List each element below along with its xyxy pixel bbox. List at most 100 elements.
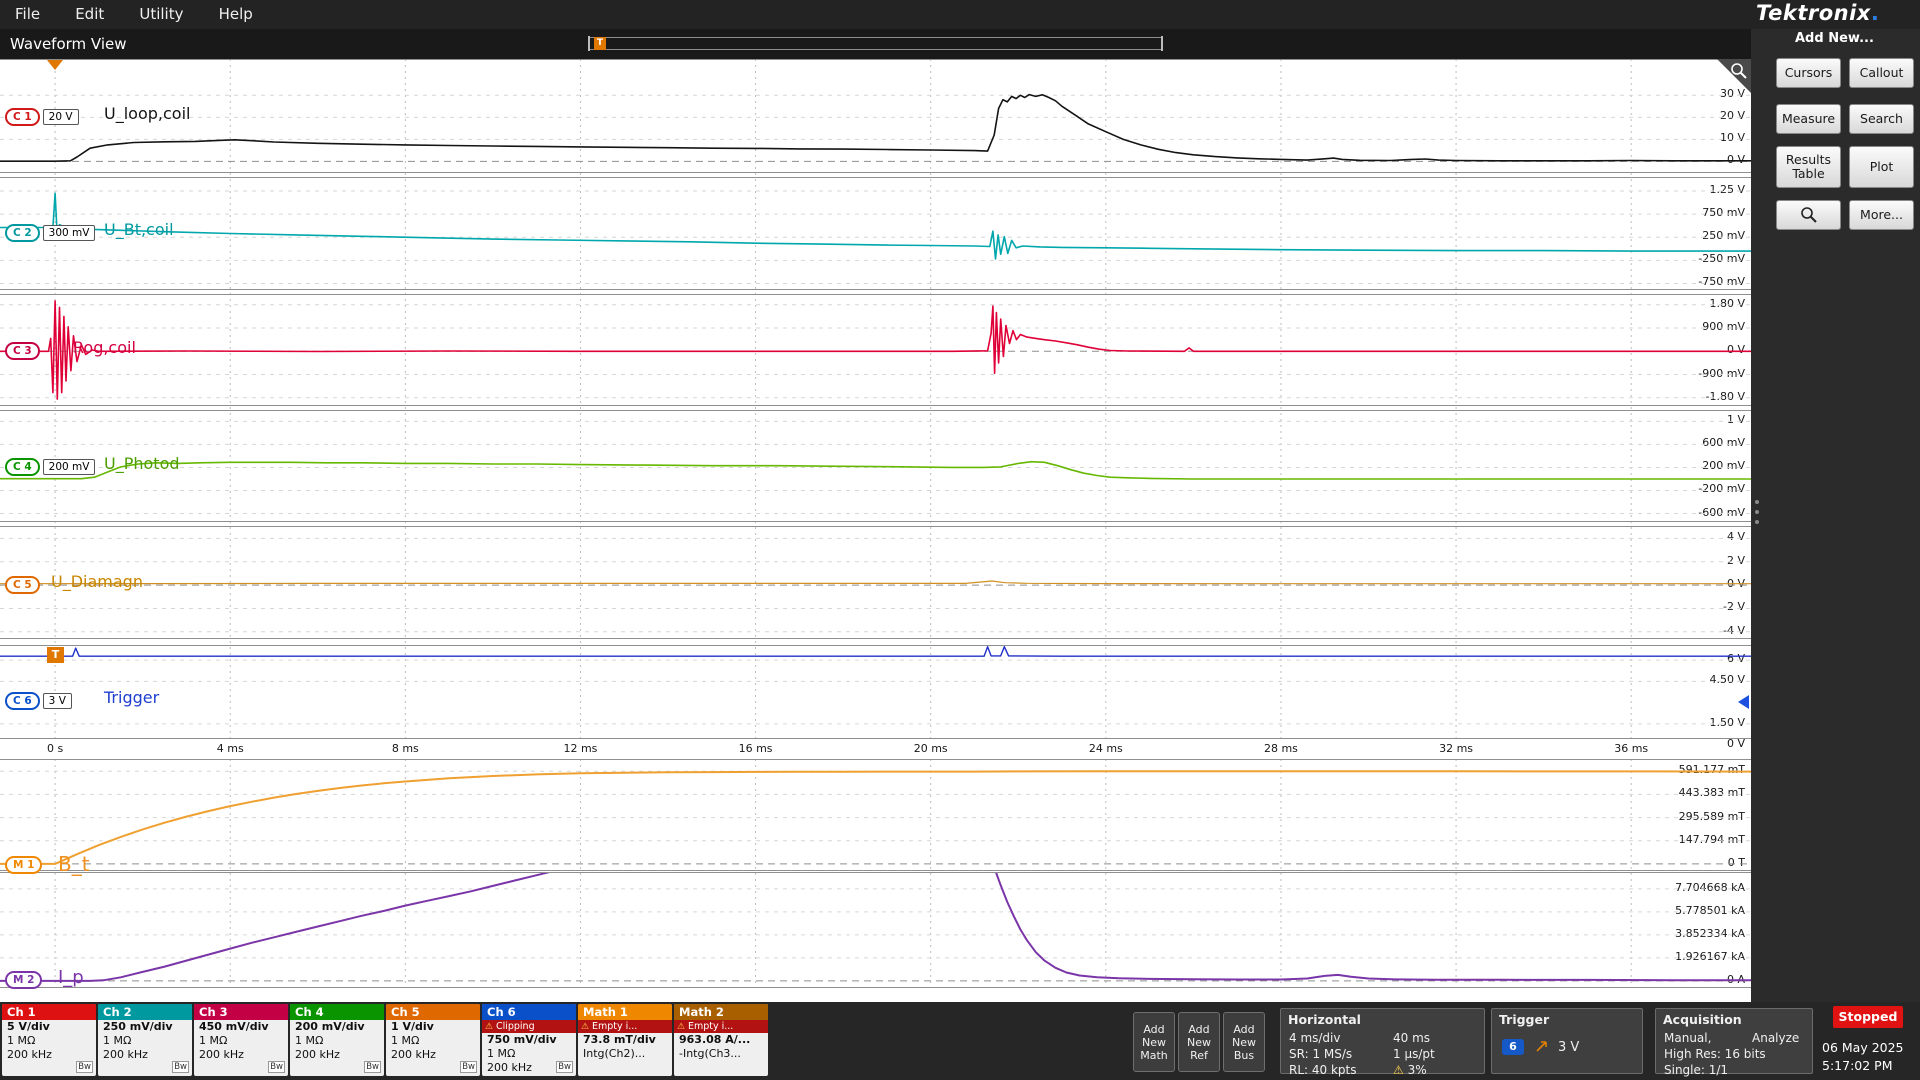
warning-icon: ⚠ (1393, 1063, 1404, 1077)
add-new-ref-button[interactable]: AddNewRef (1178, 1012, 1220, 1072)
waveform-slice-ch2 (0, 177, 1751, 290)
acquisition-panel-title: Acquisition (1656, 1009, 1812, 1027)
settings-badge-title: Ch 4 (290, 1004, 384, 1020)
settings-badge-ch-5[interactable]: Ch 51 V/div1 MΩ200 kHzBw (386, 1004, 480, 1076)
menu-file[interactable]: File (0, 0, 55, 28)
trigger-panel[interactable]: Trigger 6 3 V (1491, 1008, 1643, 1074)
channel-pill-ch4[interactable]: C 4 (5, 458, 40, 476)
settings-badge-row: 1 V/div (386, 1020, 480, 1034)
settings-badge-math-1[interactable]: Math 1⚠ Empty i...73.8 mT/divIntg(Ch2)..… (578, 1004, 672, 1076)
bandwidth-icon: Bw (460, 1061, 477, 1073)
waveform-slice-ch4 (0, 410, 1751, 522)
settings-badge-row: 200 kHz (98, 1048, 192, 1062)
channel-pill-m2[interactable]: M 2 (5, 971, 42, 989)
channel-badge-ch1[interactable]: C 120 V (5, 106, 79, 126)
sample-interval: 1 μs/pt (1393, 1047, 1435, 1061)
badge-warning: ⚠ Clipping (482, 1020, 576, 1033)
trigger-level-arrow-icon[interactable] (1738, 695, 1749, 709)
add-new-math-button[interactable]: AddNewMath (1133, 1012, 1175, 1072)
channel-pill-ch1[interactable]: C 1 (5, 108, 40, 126)
channel-pill-ch6[interactable]: C 6 (5, 692, 40, 710)
slider-right-cap (1161, 36, 1163, 51)
channel-pill-ch5[interactable]: C 5 (5, 576, 40, 594)
bandwidth-icon: Bw (172, 1061, 189, 1073)
settings-badge-ch-3[interactable]: Ch 3450 mV/div1 MΩ200 kHzBw (194, 1004, 288, 1076)
horizontal-panel[interactable]: Horizontal 4 ms/div 40 ms SR: 1 MS/s 1 μ… (1280, 1008, 1485, 1074)
channel-pill-ch3[interactable]: C 3 (5, 342, 40, 360)
warning-icon: ⚠ (485, 1022, 496, 1032)
channel-badge-ch4[interactable]: C 4200 mV (5, 456, 95, 476)
settings-badge-ch-1[interactable]: Ch 15 V/div1 MΩ200 kHzBw (2, 1004, 96, 1076)
settings-badge-ch-6[interactable]: Ch 6⚠ Clipping750 mV/div1 MΩ200 kHzBw (482, 1004, 576, 1076)
cursors-button[interactable]: Cursors (1776, 58, 1841, 88)
results-table-button[interactable]: Results Table (1776, 146, 1841, 188)
settings-badge-row: 5 V/div (2, 1020, 96, 1034)
settings-badge-ch-2[interactable]: Ch 2250 mV/div1 MΩ200 kHzBw (98, 1004, 192, 1076)
settings-badge-row: 1 MΩ (482, 1047, 576, 1061)
channel-pill-ch2[interactable]: C 2 (5, 224, 40, 242)
settings-badge-row: 963.08 A/... (674, 1033, 768, 1047)
trigger-source-channel-badge: 6 (1502, 1039, 1524, 1055)
trace-ch1 (0, 95, 1751, 162)
trigger-position-marker-icon[interactable] (47, 60, 63, 70)
settings-badge-row: 1 MΩ (98, 1034, 192, 1048)
channel-badge-ch6[interactable]: C 63 V (5, 690, 72, 710)
settings-badge-row: 200 kHz (2, 1048, 96, 1062)
zoom-mode-button[interactable] (1776, 200, 1841, 230)
channel-label-m2: I_p (58, 967, 84, 988)
settings-badge-title: Ch 3 (194, 1004, 288, 1020)
horizontal-pan-slider[interactable]: T (588, 37, 1163, 50)
waveform-slice-ch1 (0, 59, 1751, 173)
channel-scale-ch6[interactable]: 3 V (43, 693, 72, 709)
menu-utility[interactable]: Utility (124, 0, 198, 28)
channel-badge-ch3[interactable]: C 3 (5, 340, 40, 360)
settings-badge-row: 1 MΩ (2, 1034, 96, 1048)
waveform-slice-m1 (0, 759, 1751, 871)
horizontal-window: 40 ms (1393, 1031, 1430, 1045)
status-date: 06 May 2025 (1822, 1040, 1914, 1055)
acquisition-sequence: Single: 1/1 (1664, 1063, 1728, 1077)
tektronix-logo: Tektronix. (1756, 1, 1879, 25)
channel-label-ch6: Trigger (104, 688, 159, 707)
menu-edit[interactable]: Edit (60, 0, 119, 28)
channel-label-ch3: Rog,coil (73, 338, 136, 357)
magnifier-icon[interactable] (1729, 61, 1749, 81)
plot-button[interactable]: Plot (1849, 146, 1914, 188)
panel-drag-handle[interactable] (1755, 494, 1759, 530)
channel-pill-m1[interactable]: M 1 (5, 856, 42, 874)
channel-badge-ch2[interactable]: C 2300 mV (5, 222, 95, 242)
channel-scale-ch1[interactable]: 20 V (43, 109, 79, 125)
rising-edge-icon (1534, 1037, 1552, 1055)
callout-button[interactable]: Callout (1849, 58, 1914, 88)
add-new-bus-button[interactable]: AddNewBus (1223, 1012, 1265, 1072)
menu-help[interactable]: Help (204, 0, 268, 28)
settings-badge-math-2[interactable]: Math 2⚠ Empty i...963.08 A/...-Intg(Ch3.… (674, 1004, 768, 1076)
horizontal-panel-title: Horizontal (1281, 1009, 1484, 1027)
more-button[interactable]: More... (1849, 200, 1914, 230)
magnifier-icon (1800, 206, 1818, 224)
measure-button[interactable]: Measure (1776, 104, 1841, 134)
trigger-level: 3 V (1558, 1040, 1579, 1055)
status-time: 5:17:02 PM (1822, 1058, 1914, 1073)
settings-badge-ch-4[interactable]: Ch 4200 mV/div1 MΩ200 kHzBw (290, 1004, 384, 1076)
channel-badge-m2[interactable]: M 2 (5, 969, 42, 989)
settings-badge-title: Ch 6 (482, 1004, 576, 1020)
run-stop-status-button[interactable]: Stopped (1833, 1006, 1903, 1028)
horizontal-warning: ⚠ 3% (1393, 1063, 1427, 1077)
settings-badge-row: 1 MΩ (194, 1034, 288, 1048)
acquisition-panel[interactable]: Acquisition Manual, Analyze High Res: 16… (1655, 1008, 1813, 1074)
y-axis-label-ch6: 0 V (1725, 737, 1747, 751)
bandwidth-icon: Bw (364, 1061, 381, 1073)
channel-badge-m1[interactable]: M 1 (5, 854, 42, 874)
waveform-view-titlebar: Waveform View T (0, 29, 1751, 59)
channel-badge-ch5[interactable]: C 5 (5, 574, 40, 594)
acquisition-mode: Manual, (1664, 1031, 1711, 1045)
trace-ch5 (0, 581, 1751, 584)
search-button[interactable]: Search (1849, 104, 1914, 134)
trigger-source-badge[interactable]: T (47, 647, 64, 663)
channel-scale-ch4[interactable]: 200 mV (43, 459, 96, 475)
badge-warning: ⚠ Empty i... (674, 1020, 768, 1033)
analyze-label[interactable]: Analyze (1752, 1031, 1799, 1045)
channel-scale-ch2[interactable]: 300 mV (43, 225, 96, 241)
trigger-position-flag[interactable]: T (594, 37, 606, 50)
